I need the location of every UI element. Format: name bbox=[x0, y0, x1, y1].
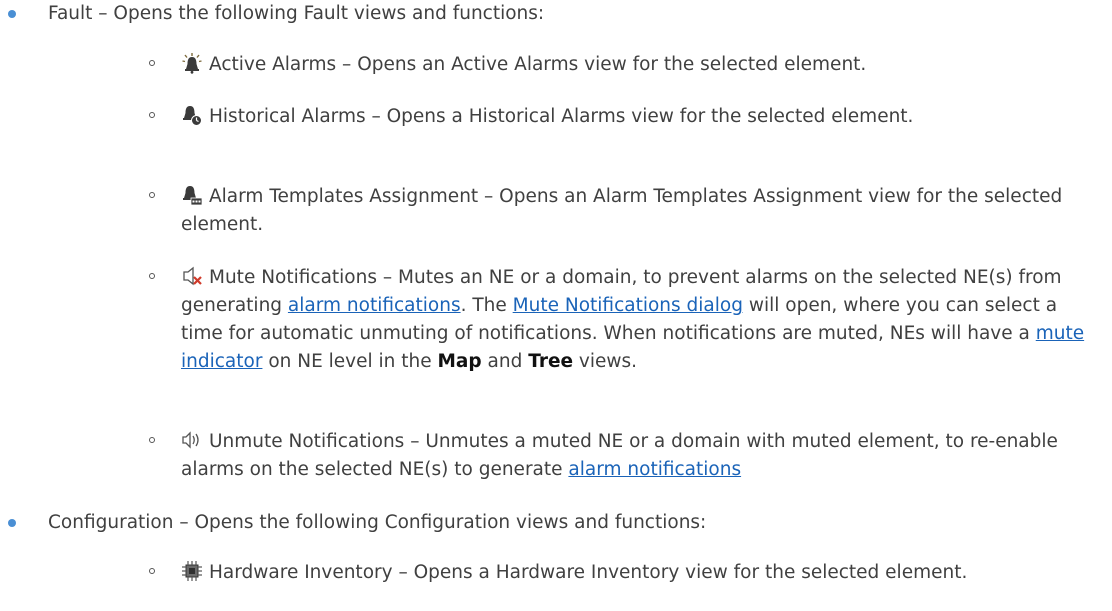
tree-view-label: Tree bbox=[528, 351, 574, 372]
chip-icon bbox=[181, 560, 203, 582]
help-page: Fault – Opens the following Fault views … bbox=[0, 0, 1112, 611]
speaker-mute-icon bbox=[181, 265, 203, 287]
fault-label: Fault – Opens the following Fault views … bbox=[48, 3, 545, 24]
bell-template-icon bbox=[181, 184, 203, 206]
speaker-unmute-icon bbox=[181, 429, 203, 451]
configuration-label: Configuration – Opens the following Conf… bbox=[48, 512, 707, 533]
sub-bullet bbox=[149, 437, 155, 443]
sub-bullet bbox=[149, 112, 155, 118]
sub-bullet bbox=[149, 273, 155, 279]
sub-bullet bbox=[149, 192, 155, 198]
bullet bbox=[8, 519, 16, 527]
alarm-notifications-link[interactable]: alarm notifications bbox=[568, 459, 741, 480]
bullet bbox=[8, 10, 16, 18]
bell-history-icon bbox=[181, 104, 203, 126]
mute-notifications-dialog-link[interactable]: Mute Notifications dialog bbox=[513, 295, 743, 316]
sub-bullet bbox=[149, 60, 155, 66]
map-view-label: Map bbox=[437, 351, 482, 372]
alarm-notifications-link[interactable]: alarm notifications bbox=[288, 295, 461, 316]
bell-alert-icon bbox=[181, 52, 203, 74]
sub-bullet bbox=[149, 568, 155, 574]
